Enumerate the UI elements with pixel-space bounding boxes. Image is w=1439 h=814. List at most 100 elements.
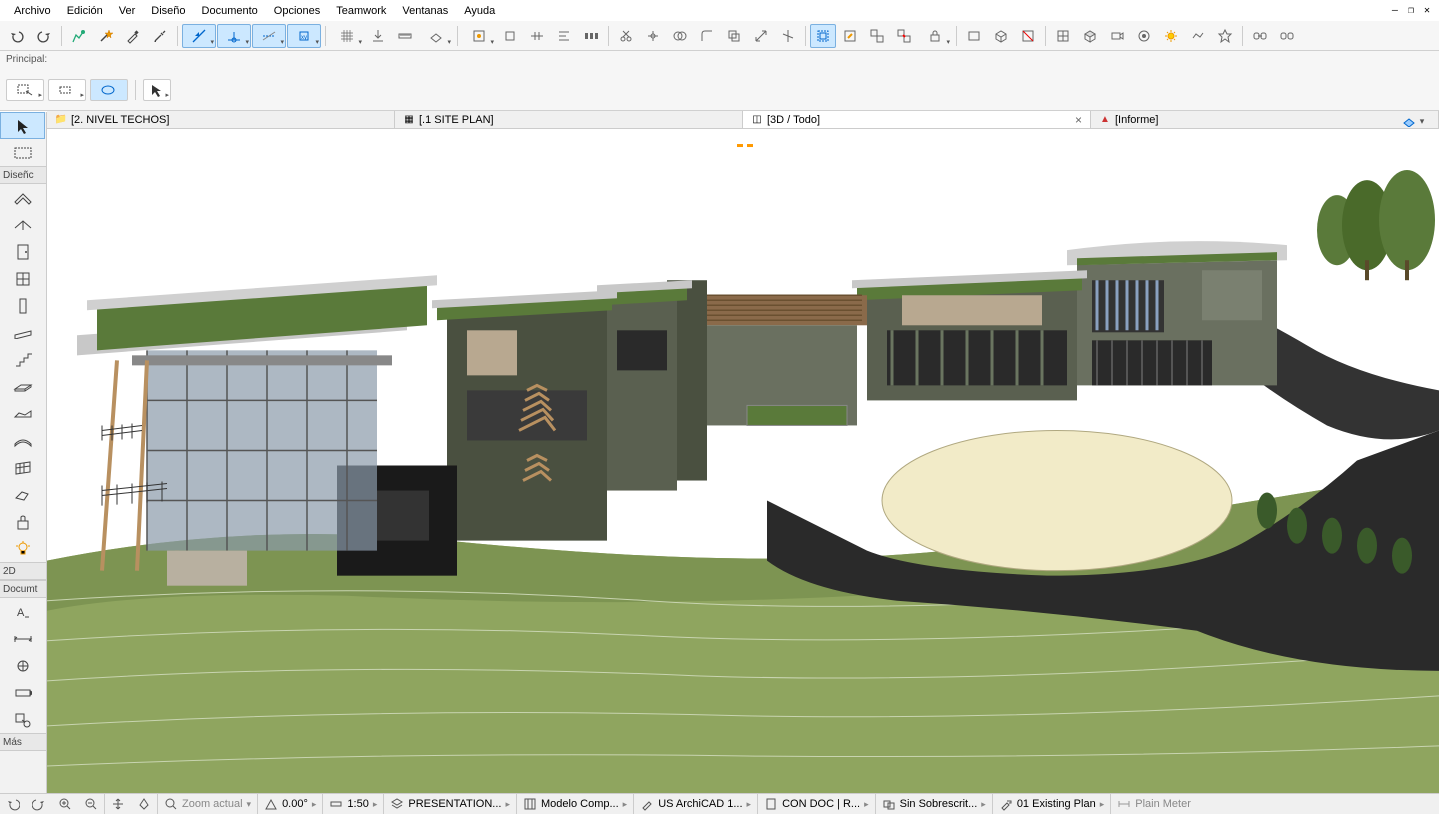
menu-diseno[interactable]: Diseño xyxy=(143,3,193,19)
pan-nav[interactable] xyxy=(105,794,131,814)
beam-tool[interactable] xyxy=(0,319,45,346)
view-mode-picker[interactable]: ▾ xyxy=(1393,113,1433,129)
plane-tool[interactable]: ▾ xyxy=(419,24,453,48)
dimension-tool[interactable] xyxy=(0,625,45,652)
guideline-tool[interactable]: ▾ xyxy=(182,24,216,48)
close-button[interactable]: ✕ xyxy=(1421,5,1433,16)
angle-status[interactable]: 0.00° ▸ xyxy=(258,794,323,814)
tab-site-plan[interactable]: ▦ [.1 SITE PLAN] xyxy=(395,111,743,128)
status-dimension[interactable]: Plain Meter xyxy=(1111,794,1197,814)
slab-tool[interactable] xyxy=(0,373,45,400)
shell-tool[interactable] xyxy=(0,427,45,454)
door-tool[interactable] xyxy=(0,238,45,265)
tab-nivel-techos[interactable]: 📁 [2. NIVEL TECHOS] xyxy=(47,111,395,128)
link2-button[interactable] xyxy=(1274,24,1300,48)
trim-tool[interactable] xyxy=(775,24,801,48)
lamp-tool[interactable] xyxy=(0,535,45,562)
text-tool[interactable]: A xyxy=(0,598,45,625)
close-tab-icon[interactable]: × xyxy=(1075,113,1082,127)
menu-teamwork[interactable]: Teamwork xyxy=(328,3,394,19)
tab-informe[interactable]: ▲ [Informe] xyxy=(1091,111,1439,128)
selection-mode-1[interactable]: ▸ xyxy=(6,79,44,101)
curtain-wall-tool[interactable] xyxy=(0,454,45,481)
suspend-groups-button[interactable] xyxy=(810,24,836,48)
split-tool[interactable] xyxy=(524,24,550,48)
pick-tool[interactable] xyxy=(66,24,92,48)
undo-button[interactable] xyxy=(4,24,30,48)
status-archicad[interactable]: US ArchiCAD 1... ▸ xyxy=(634,794,758,814)
detail-tool[interactable] xyxy=(0,706,45,733)
sun-button[interactable] xyxy=(1158,24,1184,48)
show-2d-button[interactable] xyxy=(961,24,987,48)
snap-tool[interactable]: ▾ xyxy=(217,24,251,48)
morph-tool[interactable] xyxy=(0,481,45,508)
fillet-tool[interactable] xyxy=(694,24,720,48)
3d-viewport[interactable] xyxy=(47,130,1439,793)
camera-button[interactable] xyxy=(1104,24,1130,48)
align-tool[interactable] xyxy=(551,24,577,48)
zoom-status[interactable]: Zoom actual ▾ xyxy=(158,794,258,814)
distribute-tool[interactable] xyxy=(578,24,604,48)
selection-mode-3[interactable] xyxy=(90,79,128,101)
resize-tool[interactable] xyxy=(748,24,774,48)
arrow-tool[interactable] xyxy=(0,112,45,139)
menu-archivo[interactable]: Archivo xyxy=(6,3,59,19)
menu-edicion[interactable]: Edición xyxy=(59,3,111,19)
status-model[interactable]: Modelo Comp... ▸ xyxy=(517,794,634,814)
object-tool[interactable] xyxy=(0,508,45,535)
show-3d-button[interactable] xyxy=(988,24,1014,48)
menu-ver[interactable]: Ver xyxy=(111,3,144,19)
offset-tool[interactable] xyxy=(721,24,747,48)
grid-tool[interactable]: ▾ xyxy=(330,24,364,48)
lock-button[interactable]: ▾ xyxy=(918,24,952,48)
selection-mode-2[interactable]: ▸ xyxy=(48,79,86,101)
trace-button[interactable] xyxy=(1185,24,1211,48)
group-button[interactable] xyxy=(864,24,890,48)
nav-fwd[interactable] xyxy=(26,794,52,814)
status-presentation[interactable]: PRESENTATION... ▸ xyxy=(384,794,517,814)
minimize-button[interactable]: — xyxy=(1389,5,1401,16)
floor-plan-button[interactable] xyxy=(1050,24,1076,48)
status-condoc[interactable]: CON DOC | R... ▸ xyxy=(758,794,876,814)
ruler-tool[interactable] xyxy=(392,24,418,48)
level-tool[interactable] xyxy=(0,652,45,679)
section-tool[interactable] xyxy=(0,679,45,706)
link-button[interactable] xyxy=(1247,24,1273,48)
mesh-tool[interactable] xyxy=(0,400,45,427)
window-tool[interactable] xyxy=(0,265,45,292)
ungroup-button[interactable] xyxy=(891,24,917,48)
menu-opciones[interactable]: Opciones xyxy=(266,3,328,19)
maximize-button[interactable]: ❐ xyxy=(1405,5,1417,16)
inject-tool[interactable] xyxy=(147,24,173,48)
intersect-tool[interactable] xyxy=(667,24,693,48)
status-renovation[interactable]: 01 Existing Plan ▸ xyxy=(993,794,1111,814)
nav-back[interactable] xyxy=(0,794,26,814)
marquee-tool[interactable] xyxy=(0,139,45,166)
magic-wand-tool[interactable] xyxy=(93,24,119,48)
roof-tool[interactable] xyxy=(0,211,45,238)
favorite-button[interactable] xyxy=(1212,24,1238,48)
menu-ayuda[interactable]: Ayuda xyxy=(456,3,503,19)
column-tool[interactable] xyxy=(0,292,45,319)
cut-tool[interactable] xyxy=(613,24,639,48)
edit-group-button[interactable] xyxy=(837,24,863,48)
orbit-nav[interactable] xyxy=(131,794,158,814)
coord-tool[interactable]: xy▾ xyxy=(287,24,321,48)
menu-ventanas[interactable]: Ventanas xyxy=(394,3,456,19)
wall-tool[interactable] xyxy=(0,184,45,211)
3d-button[interactable] xyxy=(1077,24,1103,48)
cursor-mode[interactable]: ▸ xyxy=(143,79,171,101)
tab-3d-todo[interactable]: ◫ [3D / Todo] × xyxy=(743,111,1091,128)
eyedropper-tool[interactable] xyxy=(120,24,146,48)
status-override[interactable]: Sin Sobrescrit... ▸ xyxy=(876,794,993,814)
photo-render-button[interactable] xyxy=(1131,24,1157,48)
attributes-tool[interactable]: ▾ xyxy=(462,24,496,48)
show-section-button[interactable] xyxy=(1015,24,1041,48)
element-tool[interactable] xyxy=(497,24,523,48)
snap-guides-tool[interactable]: ▾ xyxy=(252,24,286,48)
zoom-in-nav[interactable] xyxy=(52,794,78,814)
adjust-tool[interactable] xyxy=(640,24,666,48)
zoom-out-nav[interactable] xyxy=(78,794,105,814)
menu-documento[interactable]: Documento xyxy=(194,3,266,19)
redo-button[interactable] xyxy=(31,24,57,48)
